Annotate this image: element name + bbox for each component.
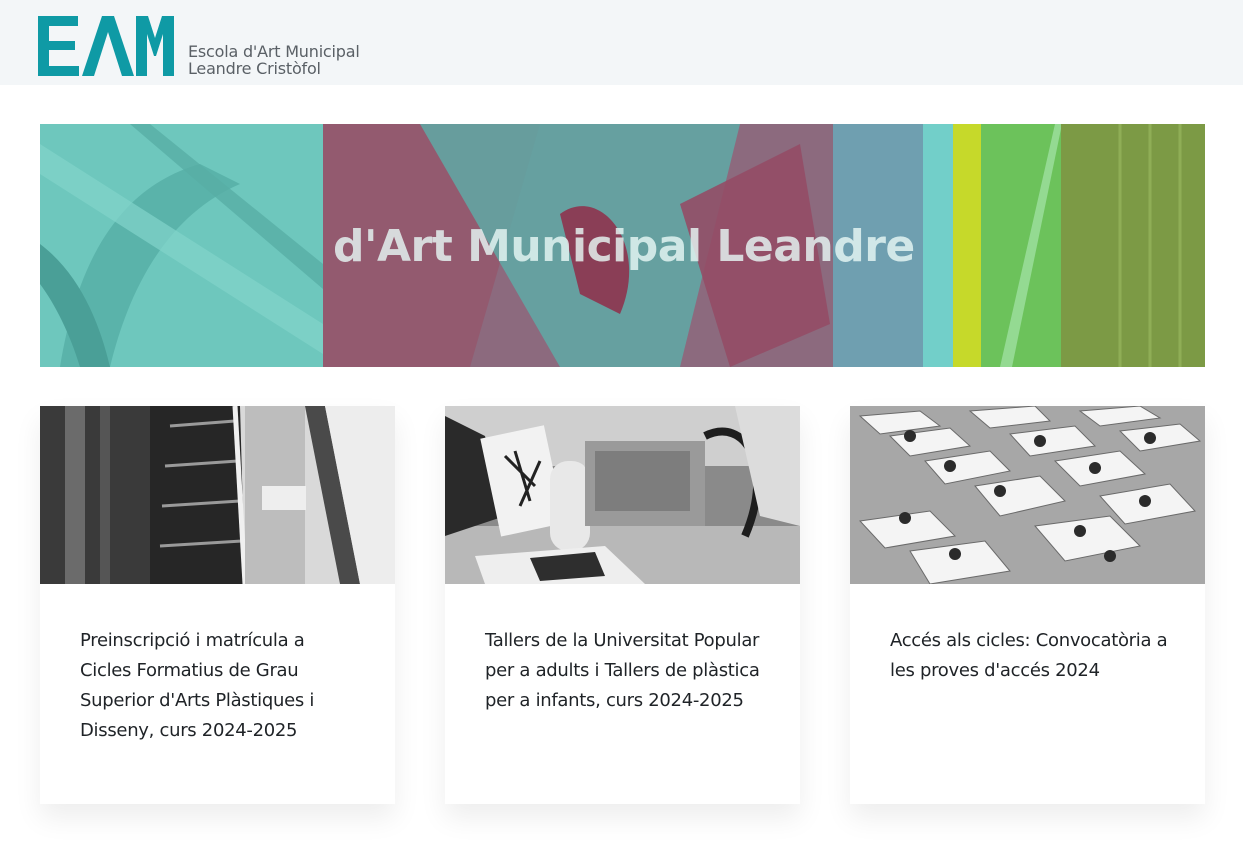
card-title: Accés als cicles: Convocatòria a les pro…: [890, 630, 1168, 681]
site-logo-link[interactable]: Escola d'Art Municipal Leandre Cristòfol: [38, 16, 360, 77]
logo-wordmark: Escola d'Art Municipal Leandre Cristòfol: [188, 43, 360, 77]
banner-text: d'Art Municipal Leandre Cr: [333, 221, 923, 272]
card-image-printing-press: [445, 406, 800, 584]
card-image-exam-room: [850, 406, 1205, 584]
card-title: Tallers de la Universitat Popular per a …: [485, 630, 760, 711]
logo-line-1: Escola d'Art Municipal: [188, 42, 360, 61]
hero-banner[interactable]: d'Art Municipal Leandre Cr: [40, 124, 1205, 367]
card-image-building: [40, 406, 395, 584]
eam-logo-icon: [38, 16, 174, 76]
news-card-cicles-formatius[interactable]: Preinscripció i matrícula a Cicles Forma…: [40, 406, 395, 804]
news-card-tallers[interactable]: Tallers de la Universitat Popular per a …: [445, 406, 800, 804]
card-title: Preinscripció i matrícula a Cicles Forma…: [80, 630, 315, 741]
site-header: Escola d'Art Municipal Leandre Cristòfol: [0, 0, 1243, 85]
news-card-proves-acces[interactable]: Accés als cicles: Convocatòria a les pro…: [850, 406, 1205, 804]
logo-line-2: Leandre Cristòfol: [188, 59, 321, 78]
